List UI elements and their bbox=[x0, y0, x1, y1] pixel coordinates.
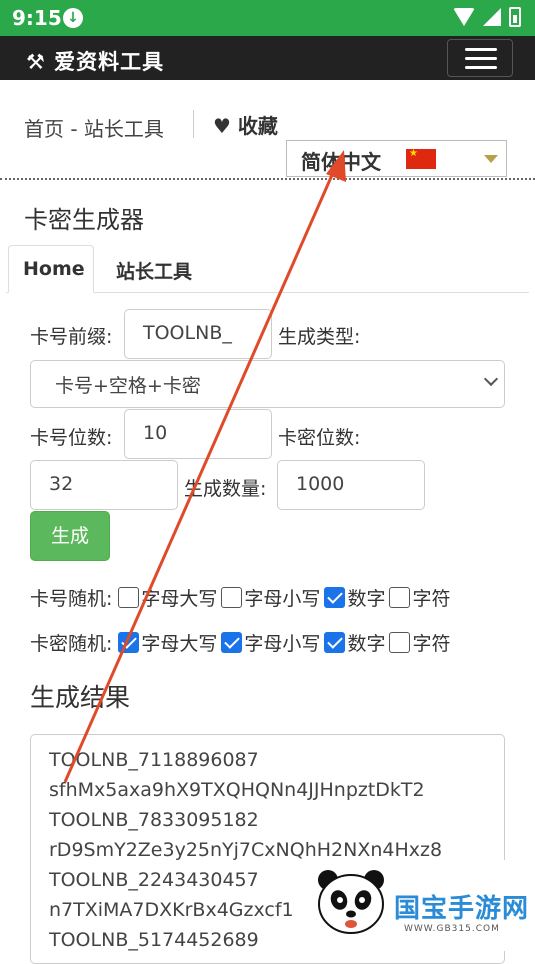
page-title: 卡密生成器 bbox=[24, 206, 144, 234]
menu-toggle-button[interactable] bbox=[447, 39, 513, 77]
watermark-title: 国宝手游网 bbox=[394, 894, 530, 924]
card-digits-checkbox[interactable] bbox=[324, 586, 346, 608]
card-random-label: 卡号随机: bbox=[30, 587, 113, 610]
wifi-icon bbox=[453, 8, 475, 26]
option-label: 字母小写 bbox=[244, 587, 321, 610]
card-random-row: 卡号随机: 字母大写 字母小写 数字 字符 bbox=[30, 582, 450, 612]
favorite-label: 收藏 bbox=[237, 114, 278, 138]
option-label: 字符 bbox=[412, 632, 451, 655]
tab-bar: Home 站长工具 bbox=[6, 245, 529, 293]
pin-digits-label: 卡密位数: bbox=[278, 427, 361, 449]
option-label: 数字 bbox=[347, 632, 386, 655]
tools-icon: ⚒ bbox=[26, 50, 46, 74]
option-label: 字母大写 bbox=[141, 587, 218, 610]
type-label: 生成类型: bbox=[278, 326, 361, 348]
card-digits-input[interactable]: 10 bbox=[124, 409, 272, 459]
pin-digits-input[interactable]: 32 bbox=[30, 460, 178, 510]
status-bar: 9:15 ↓ bbox=[0, 0, 535, 36]
count-input[interactable]: 1000 bbox=[277, 460, 425, 510]
brand-name: 爱资料工具 bbox=[54, 50, 165, 74]
prefix-input[interactable]: TOOLNB_ bbox=[124, 309, 272, 359]
pin-digits-checkbox[interactable] bbox=[324, 631, 346, 653]
china-flag-icon bbox=[406, 148, 436, 169]
result-title: 生成结果 bbox=[30, 683, 131, 712]
card-lowercase-checkbox[interactable] bbox=[221, 586, 243, 608]
battery-icon bbox=[509, 7, 521, 27]
pin-symbols-checkbox[interactable] bbox=[389, 631, 411, 653]
option-label: 数字 bbox=[347, 587, 386, 610]
breadcrumb[interactable]: 首页 - 站长工具 bbox=[24, 113, 164, 142]
type-select[interactable]: 卡号+空格+卡密 bbox=[30, 360, 505, 408]
generate-button[interactable]: 生成 bbox=[30, 511, 110, 561]
card-uppercase-checkbox[interactable] bbox=[118, 586, 140, 608]
caret-down-icon bbox=[484, 155, 498, 163]
language-selected: 简体中文 bbox=[301, 150, 381, 174]
heart-icon: ♥ bbox=[213, 114, 231, 138]
hamburger-line bbox=[465, 66, 497, 69]
hamburger-line bbox=[465, 48, 497, 51]
status-icons bbox=[453, 7, 521, 27]
result-line: sfhMx5axa9hX9TXQHQNn4JJHnpztDkT2 bbox=[49, 779, 425, 801]
pin-lowercase-checkbox[interactable] bbox=[221, 631, 243, 653]
chevron-down-icon bbox=[483, 371, 499, 387]
card-digits-label: 卡号位数: bbox=[30, 427, 113, 449]
result-line: TOOLNB_7118896087 bbox=[49, 749, 259, 771]
signal-icon bbox=[483, 8, 501, 26]
pin-random-label: 卡密随机: bbox=[30, 632, 113, 655]
watermark-url: WWW.GB315.COM bbox=[404, 924, 500, 934]
dashed-divider bbox=[0, 178, 535, 180]
brand-logo[interactable]: ⚒ 爱资料工具 bbox=[26, 46, 164, 76]
pin-uppercase-checkbox[interactable] bbox=[118, 631, 140, 653]
type-selected: 卡号+空格+卡密 bbox=[55, 375, 201, 397]
navbar: ⚒ 爱资料工具 bbox=[0, 36, 535, 80]
option-label: 字母大写 bbox=[141, 632, 218, 655]
hamburger-line bbox=[465, 57, 497, 60]
status-time: 9:15 bbox=[12, 6, 62, 30]
option-label: 字母小写 bbox=[244, 632, 321, 655]
download-icon: ↓ bbox=[63, 8, 83, 28]
tab-webmaster-tools[interactable]: 站长工具 bbox=[102, 245, 206, 293]
result-line: TOOLNB_7833095182 bbox=[49, 809, 259, 831]
divider bbox=[193, 110, 194, 138]
panda-logo-icon bbox=[318, 870, 384, 934]
site-watermark: 国宝手游网 WWW.GB315.COM bbox=[296, 860, 535, 951]
option-label: 字符 bbox=[412, 587, 451, 610]
count-label: 生成数量: bbox=[184, 478, 267, 500]
pin-random-row: 卡密随机: 字母大写 字母小写 数字 字符 bbox=[30, 627, 450, 657]
prefix-label: 卡号前缀: bbox=[30, 326, 113, 348]
card-symbols-checkbox[interactable] bbox=[389, 586, 411, 608]
favorite-button[interactable]: ♥ 收藏 bbox=[213, 110, 278, 139]
tab-home[interactable]: Home bbox=[8, 245, 94, 293]
language-select[interactable]: 简体中文 bbox=[286, 140, 507, 177]
